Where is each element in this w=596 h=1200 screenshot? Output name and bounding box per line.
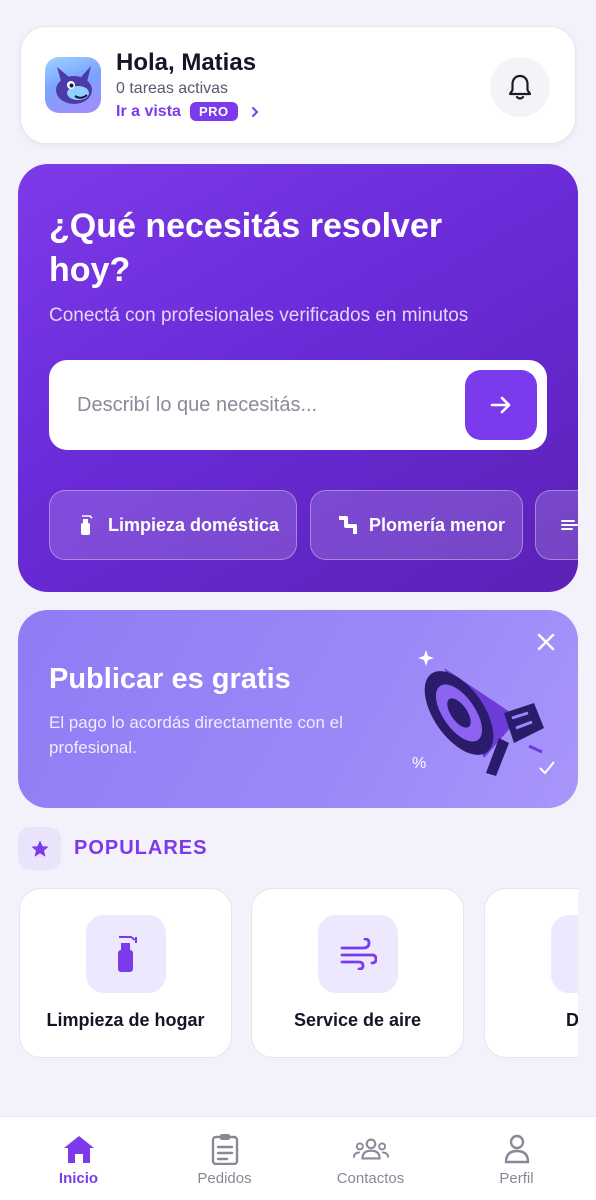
nav-item-perfil[interactable]: Perfil [442, 1117, 591, 1200]
contacts-icon [352, 1132, 389, 1166]
chip-limpieza-domestica[interactable]: Limpieza doméstica [49, 490, 297, 560]
popular-card-label: Service de aire [293, 1010, 422, 1030]
bottom-navigation: Inicio Pedidos Contactos Perfil [0, 1116, 596, 1200]
nav-label: Perfil [499, 1170, 534, 1187]
spray-bottle-icon [118, 936, 137, 972]
nav-label: Contactos [336, 1170, 405, 1187]
hero-card: ¿Qué necesitás resolver hoy? Conectá con… [18, 164, 578, 592]
popular-star-badge [18, 827, 61, 870]
wind-icon [561, 520, 578, 530]
popular-card-icon [318, 915, 398, 993]
nav-item-pedidos[interactable]: Pedidos [150, 1117, 299, 1200]
pro-badge: PRO [189, 102, 238, 121]
megaphone-icon: % [412, 650, 555, 776]
mascot-avatar-icon [56, 66, 92, 104]
search-box [49, 360, 547, 450]
nav-item-contactos[interactable]: Contactos [296, 1117, 445, 1200]
popular-card-label: Limpieza de hogar [46, 1010, 205, 1030]
popular-card-limpieza-hogar[interactable]: Limpieza de hogar [19, 888, 232, 1058]
clipboard-icon [207, 1132, 243, 1166]
chip-partial[interactable] [535, 490, 578, 560]
chip-label: Plomería menor [369, 514, 506, 535]
pro-view-label: Ir a vista [116, 102, 181, 120]
active-tasks-count: 0 tareas activas [116, 80, 229, 97]
nav-label: Pedidos [197, 1170, 252, 1187]
chevron-right-icon [251, 106, 258, 117]
chip-plomeria-menor[interactable]: Plomería menor [310, 490, 523, 560]
svg-text:%: % [412, 755, 426, 772]
nav-label: Inicio [58, 1170, 99, 1187]
wind-icon [340, 938, 377, 970]
search-input[interactable] [49, 360, 459, 450]
popular-card-icon [551, 915, 578, 993]
search-submit-button[interactable] [465, 370, 537, 440]
popular-list: Limpieza de hogar Service de aire Desta [0, 888, 578, 1060]
promo-text: El pago lo acordás directamente con el p… [49, 713, 343, 757]
popular-card-desta[interactable]: Desta [484, 888, 578, 1058]
arrow-right-icon [490, 396, 511, 414]
popular-card-label: Desta [565, 1010, 578, 1030]
person-icon [499, 1132, 535, 1166]
close-icon[interactable] [534, 630, 558, 654]
popular-card-service-aire[interactable]: Service de aire [251, 888, 464, 1058]
popular-card-icon [86, 915, 166, 993]
promo-banner: Publicar es gratis El pago lo acordás di… [18, 610, 578, 808]
star-icon [30, 840, 49, 857]
header-card: Hola, Matias 0 tareas activas Ir a vista… [20, 26, 576, 144]
notifications-button[interactable] [490, 57, 550, 117]
home-icon [61, 1132, 97, 1166]
pipe-icon [574, 937, 578, 971]
hero-title: ¿Qué necesitás resolver hoy? [49, 207, 443, 289]
chip-label: Limpieza doméstica [108, 514, 280, 535]
spray-bottle-icon [81, 515, 93, 535]
pro-view-link[interactable]: Ir a vista PRO [116, 102, 260, 121]
nav-item-inicio[interactable]: Inicio [4, 1117, 153, 1200]
greeting-title: Hola, Matias [116, 49, 257, 76]
pipe-icon [339, 516, 357, 534]
popular-section-title: POPULARES [74, 837, 208, 859]
avatar[interactable] [45, 57, 101, 113]
hero-subtitle: Conectá con profesionales verificados en… [49, 305, 469, 326]
bell-icon [508, 74, 532, 100]
promo-title: Publicar es gratis [49, 663, 291, 695]
